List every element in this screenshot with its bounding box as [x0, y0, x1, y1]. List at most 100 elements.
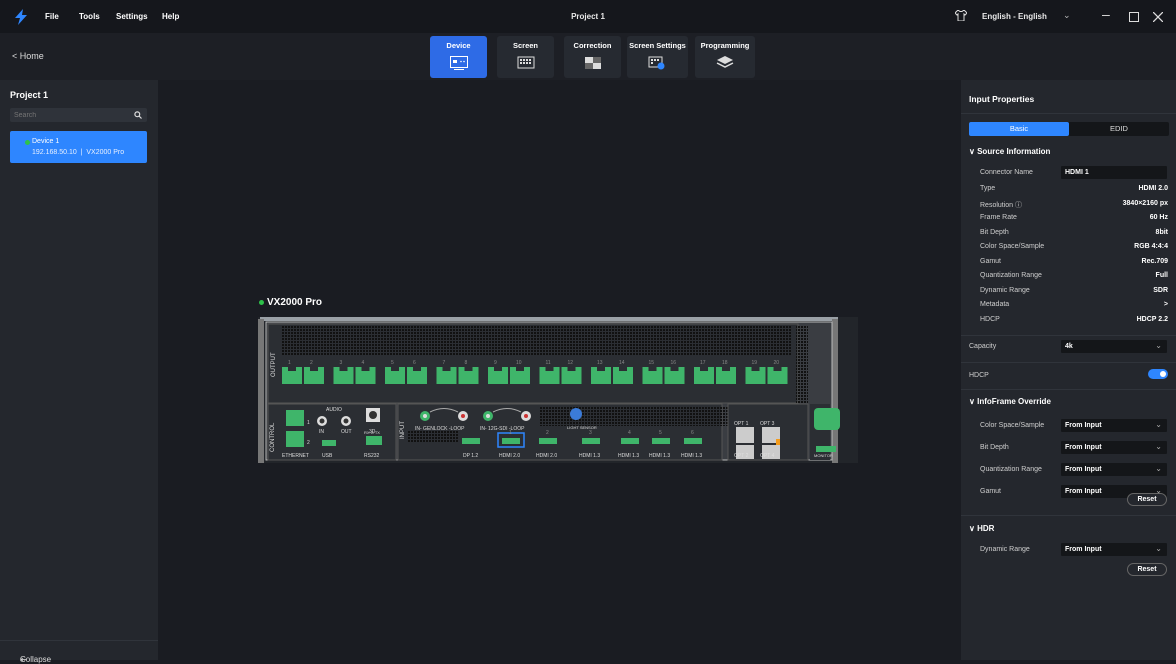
output-port-number: 10 [516, 360, 522, 366]
chevron-down-icon: ∨ [969, 397, 975, 406]
capacity-label: Capacity [969, 343, 997, 350]
output-port-number: 12 [568, 360, 574, 366]
tab-programming[interactable]: Programming [695, 36, 755, 78]
source-row-label: Type [980, 185, 996, 192]
output-port-notch [339, 367, 348, 371]
tab-basic[interactable]: Basic [969, 122, 1069, 136]
ethernet-port-2[interactable] [286, 431, 304, 447]
device-icon [450, 56, 468, 70]
search-box[interactable] [10, 108, 147, 122]
hdr-dynamic-range-label: Dynamic Range [980, 546, 1030, 553]
usb-port[interactable] [322, 440, 336, 446]
tab-correction[interactable]: Correction [564, 36, 621, 78]
audio-in-label: IN [319, 429, 324, 435]
infoframe-select[interactable]: From Input ⌄ [1061, 419, 1167, 432]
infoframe-select[interactable]: From Input ⌄ [1061, 463, 1167, 476]
rs232-pins-label: RX G TX [364, 430, 380, 435]
infoframe-override-header[interactable]: ∨ InfoFrame Override [969, 397, 1051, 406]
hdmi-port[interactable] [539, 438, 557, 444]
source-information-header[interactable]: ∨ Source Information [969, 147, 1050, 156]
usb-label: USB [322, 453, 333, 459]
hdmi-port[interactable] [582, 438, 600, 444]
hdmi-port-number: 2 [546, 430, 549, 436]
hdmi-port[interactable] [684, 438, 702, 444]
hdr-header[interactable]: ∨ HDR [969, 524, 994, 533]
output-port-notch [648, 367, 657, 371]
ethernet-port-1[interactable] [286, 410, 304, 426]
source-row-value: 60 Hz [1149, 214, 1168, 221]
divider [961, 362, 1176, 363]
layers-icon [716, 56, 734, 68]
device-label: VX2000 Pro [259, 297, 322, 308]
source-row-value: HDCP 2.2 [1136, 315, 1168, 323]
hdcp-toggle[interactable] [1148, 369, 1168, 379]
output-port-number: 3 [340, 360, 343, 366]
minimize-icon[interactable]: – [1102, 6, 1110, 22]
monitor-label: MONITOR [814, 453, 833, 458]
infoframe-select[interactable]: From Input ⌄ [1061, 441, 1167, 454]
search-input[interactable] [14, 110, 124, 120]
dp-label: DP 1.2 [463, 453, 478, 459]
capacity-select[interactable]: 4k ⌄ [1061, 340, 1167, 353]
main-toolbar: < Home Device Screen Correction Screen S… [0, 33, 1176, 80]
separator: | [80, 149, 83, 156]
project-title: Project 1 [10, 90, 49, 100]
output-port-notch [545, 367, 554, 371]
output-port-notch [516, 367, 524, 371]
tab-label: Programming [700, 41, 750, 50]
dp-port[interactable] [462, 438, 480, 444]
connector-name-label: Connector Name [980, 169, 1033, 176]
hdmi-port-label: HDMI 1.3 [681, 453, 702, 459]
device-label-text: VX2000 Pro [267, 297, 323, 308]
hdr-dynamic-range-select[interactable]: From Input ⌄ [1061, 543, 1167, 556]
monitor-port[interactable] [816, 446, 836, 452]
connector-name-field[interactable]: HDMI 1 [1061, 166, 1167, 179]
light-sensor-port[interactable] [570, 408, 582, 420]
ethernet-label: ETHERNET [282, 453, 309, 459]
hdmi-port[interactable] [502, 438, 520, 444]
collapse-button[interactable]: ⇤ Collapse [0, 640, 158, 664]
theme-skin-icon[interactable] [955, 10, 967, 21]
output-port-notch [722, 367, 730, 371]
output-port-notch [700, 367, 708, 371]
output-port-number: 7 [443, 360, 446, 366]
infoframe-select-value: From Input [1065, 466, 1102, 473]
output-port-number: 11 [546, 360, 551, 366]
device-rear-panel: 1 2 3 4 5 6 7 8 9 10 11 12 13 14 15 16 17 18 19 20 1HDMI 2.… [258, 317, 858, 463]
chevron-down-icon[interactable]: ⌄ [1063, 10, 1071, 21]
infoframe-select-value: From Input [1065, 444, 1102, 451]
chevron-down-icon: ⌄ [1155, 464, 1162, 473]
opt3-label: OPT 3 [760, 421, 775, 427]
rs232-port[interactable] [366, 436, 382, 445]
output-port-notch [413, 367, 421, 371]
language-select[interactable]: English - English [982, 12, 1047, 21]
input-properties-panel: Input Properties Basic EDID ∨ Source Inf… [961, 80, 1176, 660]
reset-infoframe-button[interactable]: Reset [1127, 493, 1167, 506]
input-section-label: INPUT [400, 421, 406, 439]
close-icon[interactable] [1153, 12, 1163, 22]
hdmi-port[interactable] [652, 438, 670, 444]
output-port-number: 16 [671, 360, 677, 366]
panel-title: Input Properties [969, 94, 1035, 104]
divider [961, 335, 1176, 336]
output-port-number: 17 [700, 360, 706, 366]
tab-screen[interactable]: Screen [497, 36, 554, 78]
output-port-number: 15 [649, 360, 655, 366]
source-row-label: Frame Rate [980, 214, 1017, 221]
reset-hdr-button[interactable]: Reset [1127, 563, 1167, 576]
metadata-expand-button[interactable]: > [1164, 301, 1168, 308]
tab-screen-settings[interactable]: Screen Settings [627, 36, 688, 78]
opt4-label: OPT 4 [760, 453, 775, 459]
device-list-item[interactable]: Device 1 192.168.50.10 | VX2000 Pro [10, 131, 147, 163]
source-row-value: Rec.709 [1141, 257, 1168, 265]
maximize-icon[interactable] [1129, 12, 1139, 22]
home-button[interactable]: < Home [12, 51, 44, 61]
tab-device[interactable]: Device [430, 36, 487, 78]
output-port-number: 19 [752, 360, 758, 366]
hdmi-port-label: HDMI 2.0 [536, 453, 557, 459]
source-row-label: Bit Depth [980, 228, 1009, 236]
output-port-number: 9 [494, 360, 497, 366]
search-icon[interactable] [134, 111, 142, 119]
hdmi-port[interactable] [621, 438, 639, 444]
tab-edid[interactable]: EDID [1069, 122, 1169, 136]
